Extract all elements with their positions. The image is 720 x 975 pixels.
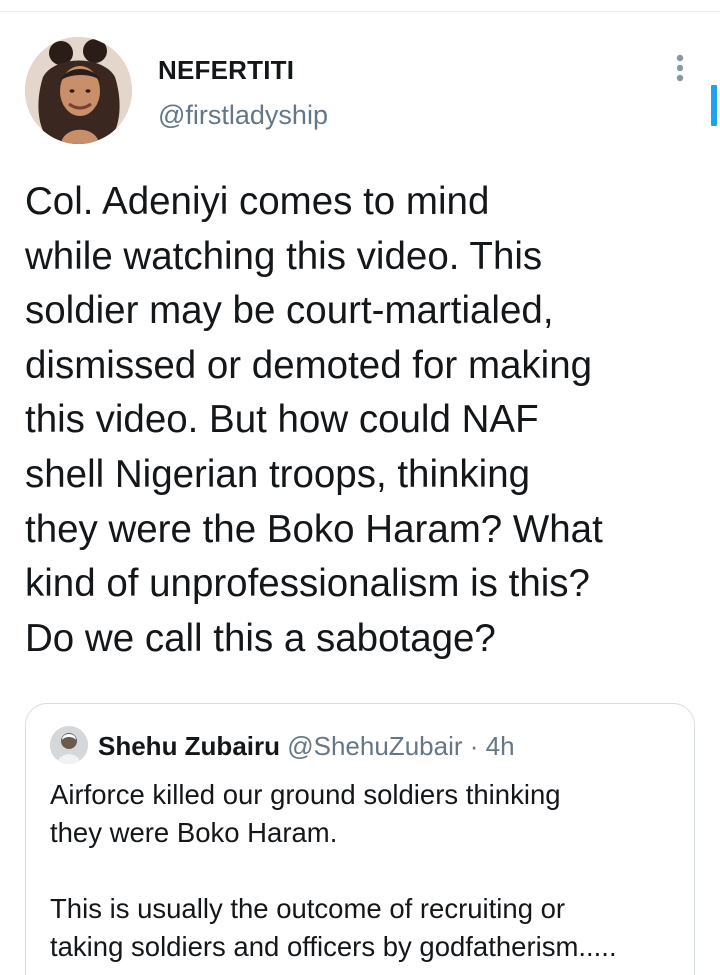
author-handle[interactable]: @firstladyship [158, 99, 328, 131]
quoted-author-display-name[interactable]: Shehu Zubairu [98, 731, 280, 761]
quoted-tweet-card[interactable]: Shehu Zubairu @ShehuZubair · 4h Airforce… [25, 703, 695, 975]
author-display-name[interactable]: NEFERTITI [158, 55, 294, 85]
scroll-indicator [711, 85, 717, 126]
more-options-button[interactable] [664, 50, 696, 86]
tweet-screen: NEFERTITI @firstladyship Col. Adeniyi co… [0, 0, 720, 975]
quoted-author-handle[interactable]: @ShehuZubair [287, 731, 462, 761]
quoted-tweet-text: Airforce killed our ground soldiers thin… [50, 779, 617, 962]
tweet-text: Col. Adeniyi comes to mind while watchin… [25, 180, 603, 660]
author-avatar[interactable] [25, 37, 132, 144]
quoted-author-avatar-image [50, 726, 88, 764]
quoted-tweet-timestamp[interactable]: 4h [486, 731, 515, 761]
top-divider [0, 11, 720, 12]
quoted-tweet-header: Shehu Zubairu @ShehuZubair · 4h [98, 729, 515, 763]
more-vertical-icon [676, 54, 684, 82]
quoted-author-avatar[interactable] [50, 726, 88, 764]
author-avatar-image [25, 37, 132, 144]
timestamp-separator: · [469, 731, 479, 761]
